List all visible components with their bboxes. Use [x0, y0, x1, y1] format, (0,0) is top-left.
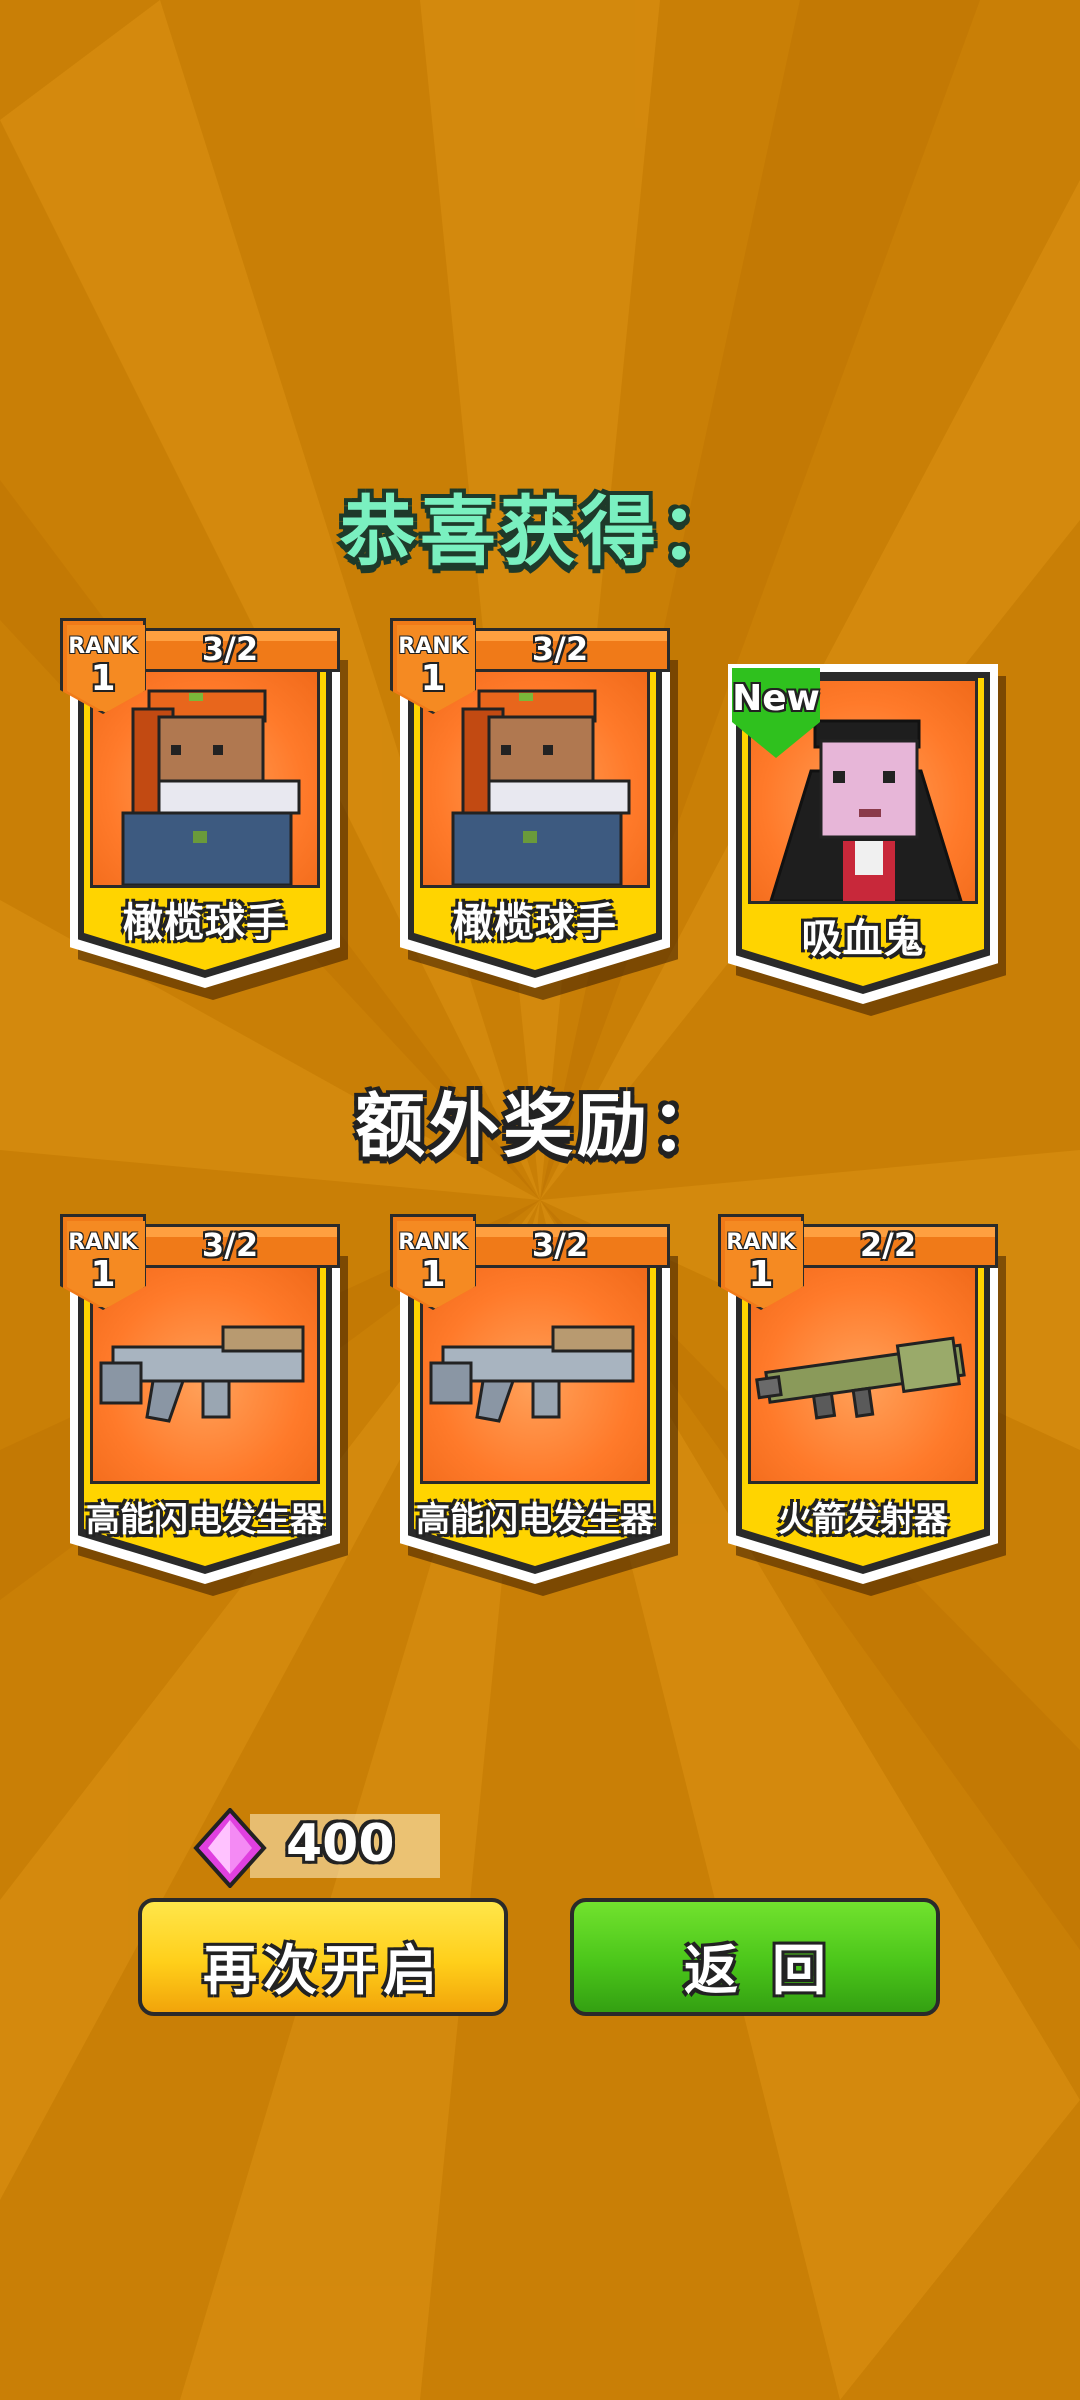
card-name: 高能闪电发生器	[416, 1500, 654, 1540]
rank-label: RANK	[726, 1230, 796, 1255]
bonus-card[interactable]: 3/2 RANK 1 高能闪电发生器	[60, 1214, 348, 1596]
reward-card[interactable]: 3/2 RANK 1 橄榄球手	[390, 618, 678, 1000]
rank-label: RANK	[68, 634, 138, 659]
gem-amount: 400	[286, 1814, 395, 1874]
gem-icon	[193, 1808, 267, 1888]
rank-label: RANK	[398, 634, 468, 659]
card-name: 高能闪电发生器	[86, 1500, 324, 1540]
reward-card-new[interactable]: New 吸血鬼	[718, 634, 1006, 1016]
new-label: New	[732, 678, 820, 719]
bonus-title: 额外奖励：	[355, 1085, 725, 1167]
rank-number: 1	[90, 658, 116, 699]
back-button[interactable]: 返回	[570, 1898, 940, 2016]
bonus-card[interactable]: 3/2 RANK 1 高能闪电发生器	[390, 1214, 678, 1596]
card-name: 橄榄球手	[453, 900, 617, 946]
reward-card[interactable]: 3/2 RANK 1 橄榄球手	[60, 618, 348, 1000]
card-name: 橄榄球手	[123, 900, 287, 946]
card-name: 吸血鬼	[801, 916, 925, 962]
rank-label: RANK	[398, 1230, 468, 1255]
rank-number: 1	[90, 1254, 116, 1295]
card-count: 3/2	[531, 1226, 589, 1264]
card-count: 3/2	[201, 630, 259, 668]
gem-cost: 400	[190, 1808, 450, 1888]
card-count: 2/2	[859, 1226, 917, 1264]
rank-number: 1	[420, 1254, 446, 1295]
back-label: 返回	[684, 1939, 860, 2002]
bonus-card[interactable]: 2/2 RANK 1 火箭发射器	[718, 1214, 1006, 1596]
rank-number: 1	[748, 1254, 774, 1295]
reopen-label: 再次开启	[203, 1939, 443, 2002]
card-count: 3/2	[201, 1226, 259, 1264]
page-title: 恭喜获得：	[340, 487, 740, 576]
reopen-button[interactable]: 再次开启	[138, 1898, 508, 2016]
rank-number: 1	[420, 658, 446, 699]
card-name: 火箭发射器	[778, 1500, 948, 1540]
card-count: 3/2	[531, 630, 589, 668]
background-rays	[0, 0, 1080, 2400]
rank-label: RANK	[68, 1230, 138, 1255]
